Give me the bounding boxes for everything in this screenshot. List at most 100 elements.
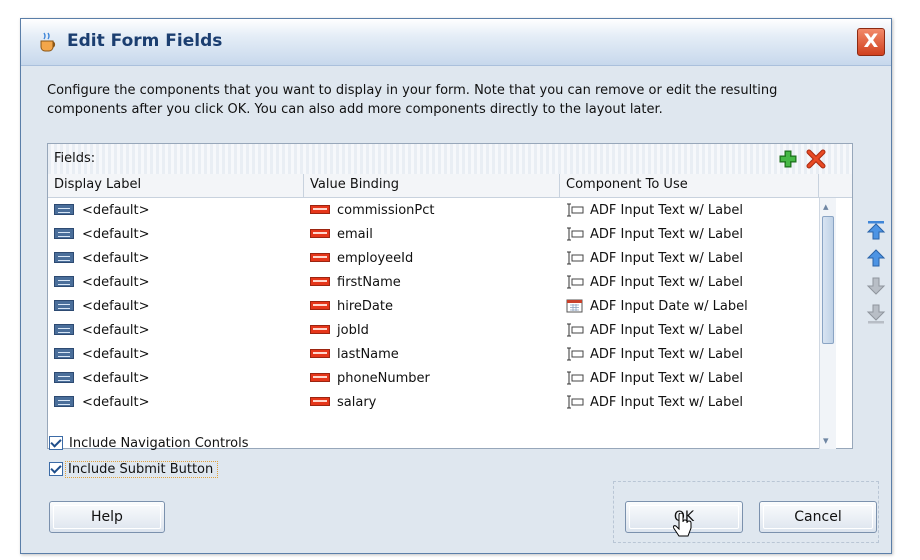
component-text: ADF Input Date w/ Label [590, 299, 748, 314]
value-binding-cell[interactable]: firstName [310, 271, 401, 295]
value-binding-cell[interactable]: hireDate [310, 295, 393, 319]
label-icon [54, 228, 74, 239]
table-row[interactable]: <default> commissionPct ADF Input Text w… [48, 199, 818, 223]
description-line: Configure the components that you want t… [47, 83, 778, 98]
attribute-icon [310, 373, 330, 382]
display-label-text: <default> [82, 299, 150, 314]
delete-field-icon[interactable] [806, 149, 826, 169]
component-cell[interactable]: ADF Input Text w/ Label [566, 271, 743, 295]
component-cell[interactable]: ADF Input Date w/ Label [566, 295, 748, 319]
move-up-icon[interactable] [865, 247, 887, 269]
help-button-label: Help [91, 509, 123, 525]
value-binding-text: commissionPct [337, 203, 435, 218]
display-label-text: <default> [82, 371, 150, 386]
close-icon: X [863, 30, 879, 52]
component-cell[interactable]: ADF Input Text w/ Label [566, 391, 743, 415]
attribute-icon [310, 229, 330, 238]
dialog-description: Configure the components that you want t… [47, 81, 877, 119]
input-text-icon [567, 371, 584, 384]
display-label-cell[interactable]: <default> [54, 295, 150, 319]
label-icon [54, 372, 74, 383]
display-label-cell[interactable]: <default> [54, 367, 150, 391]
display-label-text: <default> [82, 251, 150, 266]
component-cell[interactable]: ADF Input Text w/ Label [566, 223, 743, 247]
checkbox-label: Include Submit Button [65, 461, 219, 478]
input-text-icon [567, 203, 584, 216]
display-label-cell[interactable]: <default> [54, 199, 150, 223]
component-text: ADF Input Text w/ Label [590, 347, 743, 362]
display-label-text: <default> [82, 227, 150, 242]
move-down-icon[interactable] [865, 275, 887, 297]
column-header-value-binding[interactable]: Value Binding [304, 174, 560, 198]
input-text-icon [567, 251, 584, 264]
fields-toolbar: Fields: [48, 144, 852, 175]
checkbox-checked-icon[interactable] [49, 461, 63, 476]
value-binding-cell[interactable]: phoneNumber [310, 367, 430, 391]
attribute-icon [310, 325, 330, 334]
component-cell[interactable]: ADF Input Text w/ Label [566, 319, 743, 343]
value-binding-text: phoneNumber [337, 371, 430, 386]
column-header-component[interactable]: Component To Use [560, 174, 819, 198]
add-field-icon[interactable] [778, 149, 798, 169]
fields-panel: Fields: Display Label Value Binding Comp… [47, 143, 853, 449]
vertical-scrollbar[interactable]: ▴ ▾ [819, 198, 836, 449]
value-binding-text: salary [337, 395, 377, 410]
value-binding-cell[interactable]: lastName [310, 343, 399, 367]
help-button[interactable]: Help [49, 501, 165, 533]
component-cell[interactable]: ADF Input Text w/ Label [566, 247, 743, 271]
close-button[interactable]: X [857, 28, 885, 56]
component-cell[interactable]: ADF Input Text w/ Label [566, 343, 743, 367]
component-text: ADF Input Text w/ Label [590, 203, 743, 218]
label-icon [54, 276, 74, 287]
table-row[interactable]: <default> firstName ADF Input Text w/ La… [48, 271, 818, 295]
label-icon [54, 252, 74, 263]
input-text-icon [567, 227, 584, 240]
component-text: ADF Input Text w/ Label [590, 227, 743, 242]
attribute-icon [310, 277, 330, 286]
attribute-icon [310, 349, 330, 358]
scrollbar-thumb[interactable] [822, 216, 834, 344]
jdeveloper-cup-icon [40, 32, 56, 52]
display-label-text: <default> [82, 203, 150, 218]
value-binding-text: email [337, 227, 373, 242]
display-label-cell[interactable]: <default> [54, 271, 150, 295]
column-header-display-label[interactable]: Display Label [48, 174, 304, 198]
display-label-cell[interactable]: <default> [54, 391, 150, 415]
table-row[interactable]: <default> salary ADF Input Text w/ Label [48, 391, 818, 415]
input-date-icon [566, 299, 583, 312]
include-navigation-controls-checkbox[interactable]: Include Navigation Controls [49, 433, 248, 455]
value-binding-cell[interactable]: commissionPct [310, 199, 434, 223]
display-label-cell[interactable]: <default> [54, 319, 150, 343]
move-to-bottom-icon[interactable] [865, 303, 887, 325]
cancel-button-label: Cancel [794, 509, 842, 525]
table-row[interactable]: <default> hireDate ADF Input Date w/ Lab… [48, 295, 818, 319]
value-binding-text: lastName [337, 347, 399, 362]
edit-form-fields-dialog: Edit Form Fields X Configure the compone… [20, 18, 892, 554]
component-text: ADF Input Text w/ Label [590, 371, 743, 386]
checkbox-checked-icon[interactable] [49, 435, 63, 450]
attribute-icon [310, 301, 330, 310]
display-label-cell[interactable]: <default> [54, 223, 150, 247]
display-label-cell[interactable]: <default> [54, 343, 150, 367]
display-label-text: <default> [82, 347, 150, 362]
move-to-top-icon[interactable] [865, 219, 887, 241]
include-submit-button-checkbox[interactable]: Include Submit Button [49, 459, 219, 481]
table-row[interactable]: <default> lastName ADF Input Text w/ Lab… [48, 343, 818, 367]
title-bar: Edit Form Fields X [21, 19, 891, 66]
scroll-up-icon[interactable]: ▴ [823, 200, 829, 213]
label-icon [54, 324, 74, 335]
component-cell[interactable]: ADF Input Text w/ Label [566, 367, 743, 391]
cancel-button[interactable]: Cancel [759, 501, 877, 533]
display-label-cell[interactable]: <default> [54, 247, 150, 271]
component-cell[interactable]: ADF Input Text w/ Label [566, 199, 743, 223]
value-binding-cell[interactable]: employeeId [310, 247, 413, 271]
value-binding-cell[interactable]: salary [310, 391, 376, 415]
value-binding-text: firstName [337, 275, 401, 290]
scroll-down-icon[interactable]: ▾ [823, 434, 829, 447]
table-row[interactable]: <default> jobId ADF Input Text w/ Label [48, 319, 818, 343]
table-row[interactable]: <default> email ADF Input Text w/ Label [48, 223, 818, 247]
table-row[interactable]: <default> phoneNumber ADF Input Text w/ … [48, 367, 818, 391]
value-binding-cell[interactable]: email [310, 223, 373, 247]
value-binding-cell[interactable]: jobId [310, 319, 369, 343]
table-row[interactable]: <default> employeeId ADF Input Text w/ L… [48, 247, 818, 271]
